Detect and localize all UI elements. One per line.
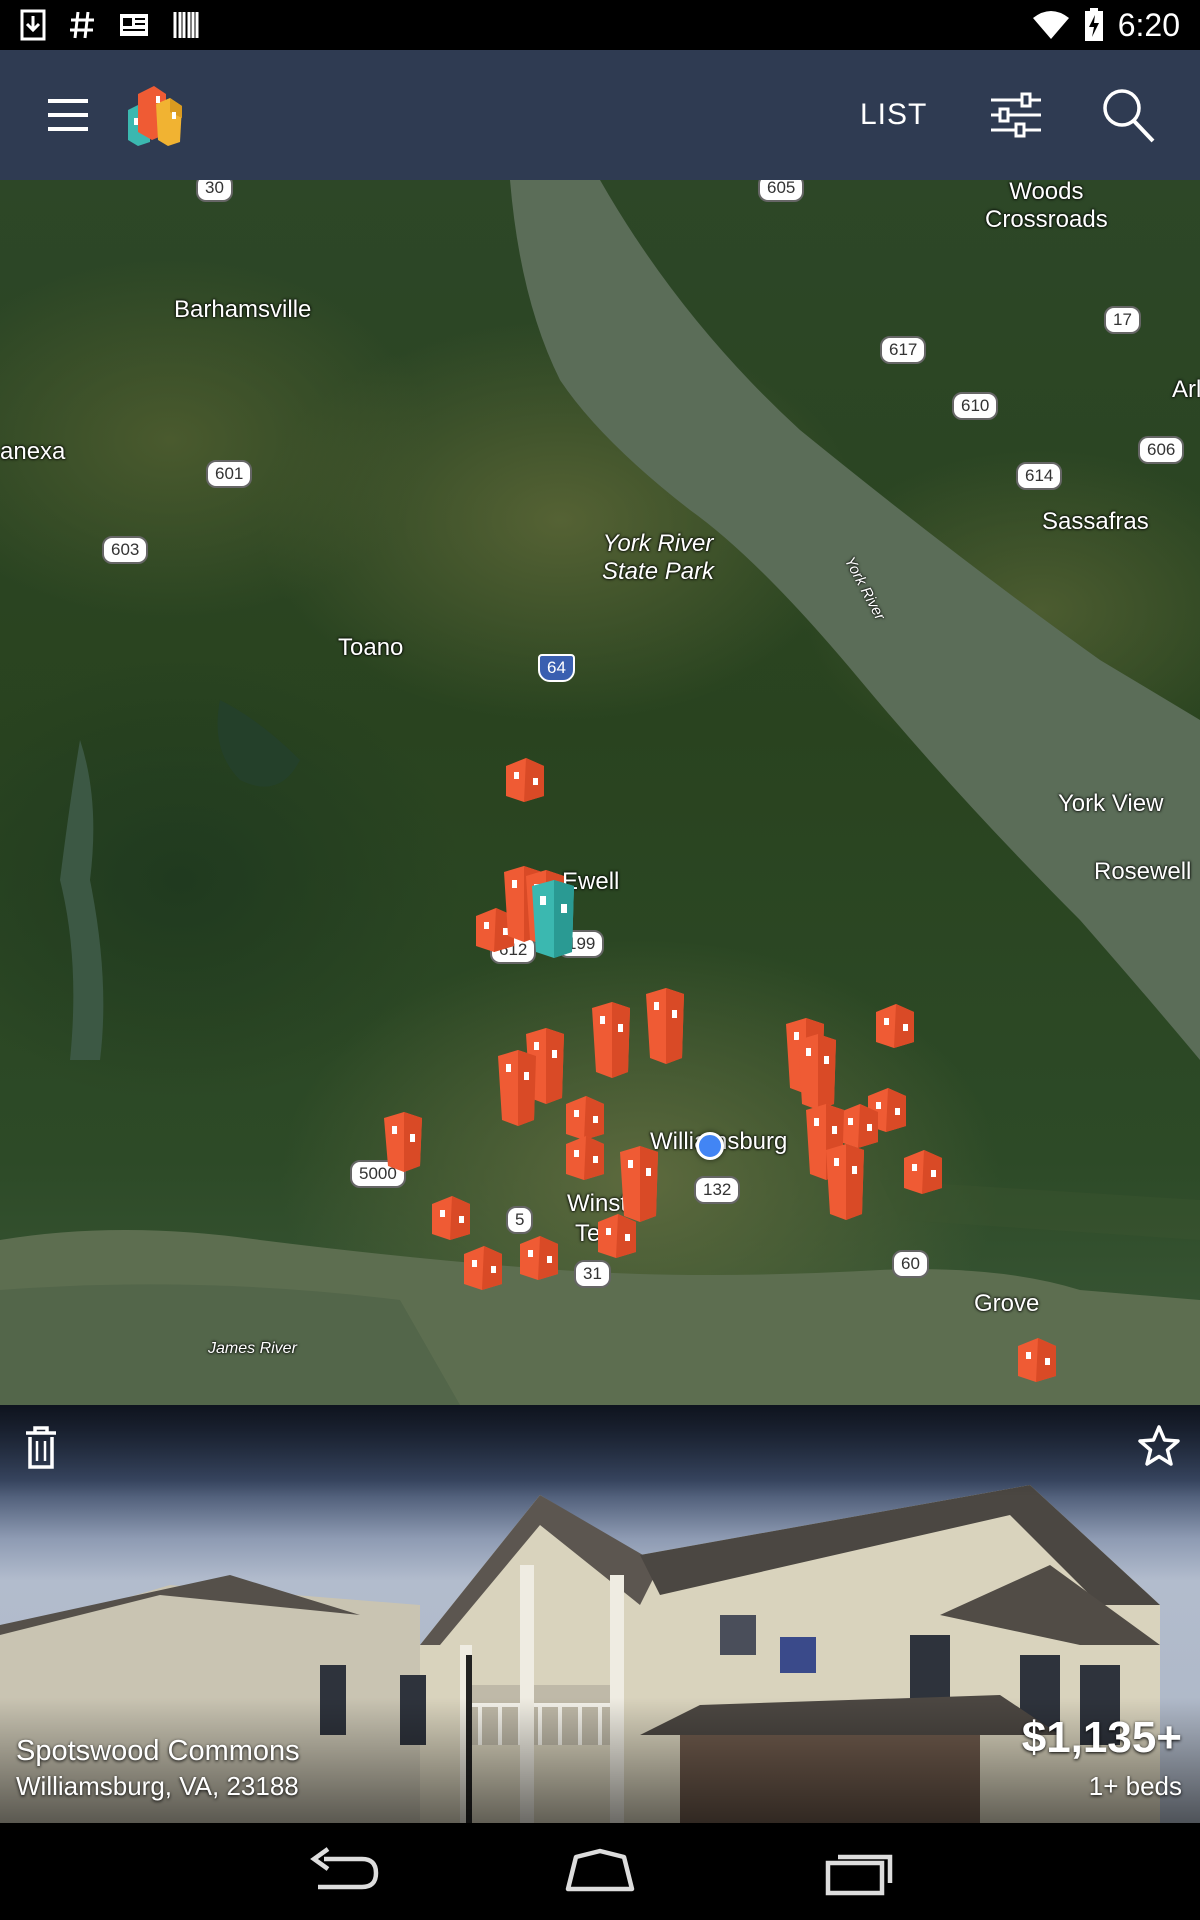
list-view-button[interactable]: LIST	[860, 90, 927, 140]
back-icon[interactable]	[306, 1845, 382, 1899]
place-label-toano: Toano	[338, 634, 404, 661]
route-shield: 60	[892, 1250, 929, 1278]
route-shield: 610	[952, 392, 999, 420]
search-icon[interactable]	[1100, 86, 1156, 144]
route-shield: 601	[206, 460, 253, 488]
property-pin-tower[interactable]	[822, 1142, 868, 1222]
listing-card[interactable]: Spotswood Commons Williamsburg, VA, 2318…	[0, 1405, 1200, 1823]
place-label-anexa: anexa	[0, 438, 66, 465]
clock: 6:20	[1117, 6, 1180, 43]
property-pin[interactable]	[502, 756, 548, 804]
route-shield: 603	[102, 536, 149, 564]
listing-name: Spotswood Commons	[16, 1735, 300, 1767]
route-shield: 606	[1138, 436, 1185, 464]
battery-charging-icon	[1084, 8, 1103, 41]
menu-icon[interactable]	[44, 92, 96, 138]
current-location-dot	[696, 1132, 724, 1160]
listing-beds: 1+ beds	[1088, 1771, 1182, 1801]
place-label-grove: Grove	[974, 1290, 1040, 1317]
download-icon	[20, 9, 46, 41]
interstate-shield: 64	[538, 654, 575, 682]
property-pin[interactable]	[516, 1234, 562, 1282]
property-pin[interactable]	[428, 1194, 474, 1242]
trash-icon[interactable]	[22, 1425, 60, 1471]
route-shield: 617	[880, 336, 927, 364]
route-shield: 605	[758, 180, 805, 202]
listing-address: Williamsburg, VA, 23188	[16, 1771, 299, 1801]
route-shield: 132	[694, 1176, 741, 1204]
property-pin-tower[interactable]	[642, 986, 688, 1066]
map-view[interactable]: Woods Crossroads Barhamsville anexa Arl S…	[0, 180, 1200, 1405]
route-shield: 17	[1104, 306, 1141, 334]
route-shield: 614	[1016, 462, 1063, 490]
app-logo	[128, 86, 182, 146]
property-pin[interactable]	[562, 1134, 608, 1182]
status-right: 6:20	[1032, 4, 1180, 46]
property-pin-tower[interactable]	[616, 1144, 662, 1224]
place-label-woods-crossroads: Woods Crossroads	[985, 180, 1108, 233]
recents-icon[interactable]	[822, 1845, 898, 1899]
property-pin[interactable]	[900, 1148, 946, 1196]
news-icon	[120, 14, 148, 36]
place-label-arl: Arl	[1172, 376, 1200, 403]
property-pin[interactable]	[872, 1002, 918, 1050]
hash-icon	[70, 11, 94, 39]
app-bar: LIST	[0, 50, 1200, 180]
route-shield: 5	[506, 1206, 534, 1234]
property-pin-tower[interactable]	[494, 1048, 540, 1128]
route-shield: 30	[196, 180, 233, 202]
selected-property-pin[interactable]	[528, 878, 578, 960]
property-pin-tower[interactable]	[588, 1000, 634, 1080]
listing-price: $1,135+	[1021, 1713, 1182, 1762]
system-nav-bar	[0, 1823, 1200, 1920]
property-pin[interactable]	[1014, 1336, 1060, 1384]
wifi-icon	[1032, 11, 1069, 39]
status-left-icons	[20, 8, 200, 42]
property-pin-tower[interactable]	[794, 1032, 840, 1112]
place-label-york-view: York View	[1058, 790, 1164, 817]
barcode-icon	[173, 12, 199, 38]
place-label-rosewell: Rosewell	[1094, 858, 1192, 885]
property-pin[interactable]	[460, 1244, 506, 1292]
filter-icon[interactable]	[988, 90, 1044, 140]
river-label-james-river: James River	[208, 1340, 297, 1357]
route-shield: 31	[574, 1260, 611, 1288]
status-bar: 6:20	[0, 0, 1200, 50]
place-label-barhamsville: Barhamsville	[174, 296, 312, 323]
place-label-york-river-state-park: York River State Park	[602, 530, 715, 585]
property-pin-tower[interactable]	[380, 1110, 426, 1174]
star-icon[interactable]	[1136, 1423, 1182, 1469]
home-icon[interactable]	[562, 1845, 638, 1899]
place-label-sassafras: Sassafras	[1042, 508, 1149, 535]
